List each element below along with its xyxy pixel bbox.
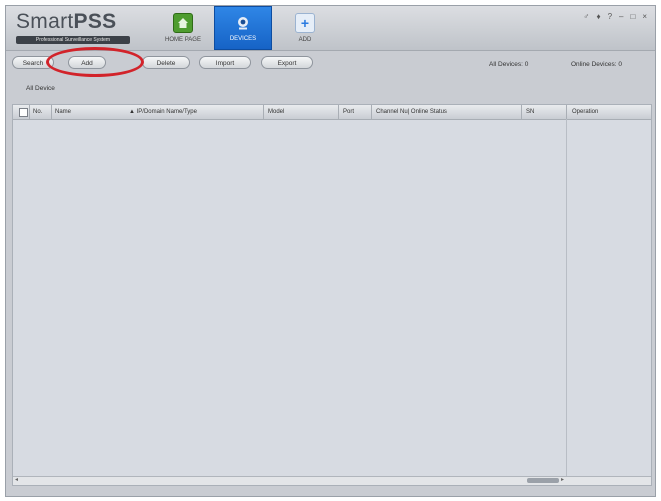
- column-divider: [521, 105, 522, 119]
- add-button[interactable]: Add: [68, 56, 106, 69]
- column-divider: [338, 105, 339, 119]
- scrollbar-thumb[interactable]: [527, 478, 559, 483]
- column-divider: [51, 105, 52, 119]
- delete-button[interactable]: Delete: [142, 56, 190, 69]
- tab-label: HOME PAGE: [165, 37, 201, 43]
- plus-icon: +: [295, 13, 315, 33]
- select-all-checkbox[interactable]: [19, 108, 28, 117]
- breadcrumb: All Device: [26, 85, 55, 92]
- user-icon[interactable]: ♂: [583, 12, 589, 21]
- home-icon: [173, 13, 193, 33]
- tab-home-page[interactable]: HOME PAGE: [154, 6, 212, 50]
- column-no[interactable]: No.: [33, 105, 42, 119]
- scroll-left-icon[interactable]: ◂: [15, 477, 18, 484]
- column-divider: [263, 105, 264, 119]
- all-devices-count: All Devices: 0: [489, 61, 529, 68]
- column-port[interactable]: Port: [343, 105, 354, 119]
- logo-subtitle: Professional Surveillance System: [16, 36, 130, 44]
- export-button[interactable]: Export: [261, 56, 313, 69]
- tab-label: ADD: [298, 37, 312, 43]
- column-ip-domain-type[interactable]: ▲ IP/Domain Name/Type: [129, 105, 197, 119]
- window-controls: ♂ ♦ ? – □ ×: [583, 12, 647, 21]
- tab-label: DEVICES: [229, 36, 257, 42]
- lock-icon[interactable]: ♦: [596, 12, 600, 21]
- scroll-right-icon[interactable]: ▸: [561, 477, 564, 484]
- maximize-icon[interactable]: □: [630, 12, 635, 21]
- device-table: No. Name ▲ IP/Domain Name/Type Model Por…: [12, 104, 652, 486]
- import-button[interactable]: Import: [199, 56, 251, 69]
- close-icon[interactable]: ×: [642, 12, 647, 21]
- top-bar: SmartPSS Professional Surveillance Syste…: [6, 6, 655, 51]
- search-button[interactable]: Search: [12, 56, 54, 69]
- online-devices-count: Online Devices: 0: [571, 61, 622, 68]
- column-sn[interactable]: SN: [526, 105, 534, 119]
- help-icon[interactable]: ?: [608, 12, 612, 21]
- app-window: SmartPSS Professional Surveillance Syste…: [5, 5, 656, 497]
- tab-devices[interactable]: DEVICES: [214, 6, 272, 50]
- table-header: No. Name ▲ IP/Domain Name/Type Model Por…: [13, 105, 651, 120]
- toolbar: Search Add Delete Import Export All Devi…: [6, 51, 655, 73]
- minimize-icon[interactable]: –: [619, 12, 623, 21]
- operation-column-divider: [566, 119, 567, 485]
- column-name[interactable]: Name: [55, 105, 71, 119]
- column-model[interactable]: Model: [268, 105, 284, 119]
- column-operation[interactable]: Operation: [572, 105, 598, 119]
- column-channel-status[interactable]: Channel Nu| Online Status: [376, 105, 447, 119]
- horizontal-scrollbar[interactable]: ◂ ▸: [13, 476, 651, 485]
- app-logo: SmartPSS Professional Surveillance Syste…: [16, 11, 130, 44]
- logo-text: SmartPSS: [16, 10, 117, 33]
- column-divider: [371, 105, 372, 119]
- tab-add[interactable]: + ADD: [276, 6, 334, 50]
- devices-icon: [234, 14, 252, 32]
- column-divider: [29, 105, 30, 119]
- column-divider: [566, 105, 567, 119]
